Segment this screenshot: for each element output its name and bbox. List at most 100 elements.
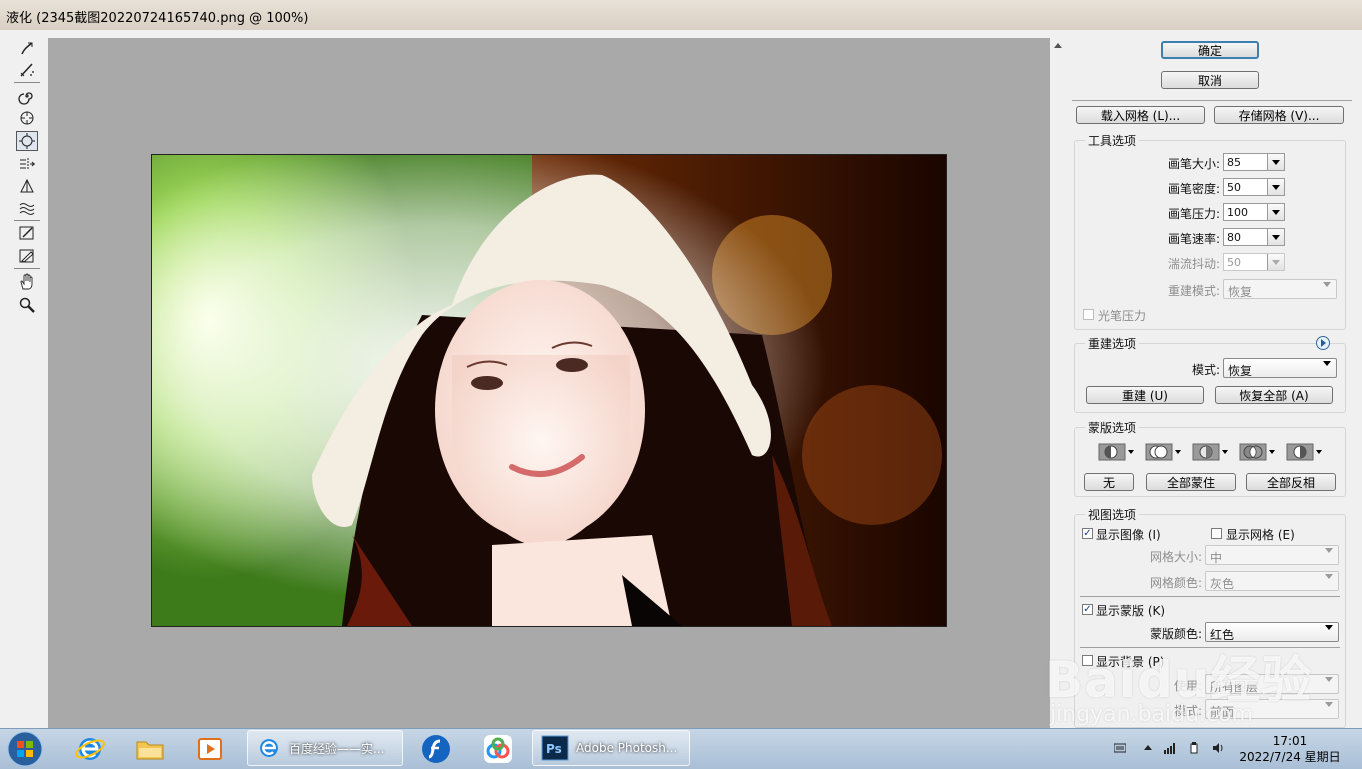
mask-intersect-button[interactable] xyxy=(1239,443,1277,461)
flash-icon xyxy=(422,735,450,763)
taskbar-task-photoshop[interactable]: Ps Adobe Photosh... xyxy=(532,730,690,766)
tool-options-title: 工具选项 xyxy=(1085,132,1140,149)
mesh-size-select: 中 xyxy=(1205,545,1339,567)
reconstruct-tool-icon[interactable] xyxy=(16,60,38,80)
divider xyxy=(1072,100,1352,101)
pinned-baidu-netdisk[interactable] xyxy=(482,731,514,767)
photoshop-badge-text: Ps xyxy=(546,742,562,756)
save-mesh-button[interactable]: 存储网格 (V)... xyxy=(1214,106,1344,124)
scroll-up-arrow-icon[interactable] xyxy=(1054,43,1062,48)
mask-replace-button[interactable] xyxy=(1098,443,1136,461)
turbulent-jitter-dropdown-icon xyxy=(1267,254,1284,270)
preview-image[interactable] xyxy=(151,154,947,627)
folder-icon xyxy=(136,741,164,760)
load-mesh-button[interactable]: 载入网格 (L)... xyxy=(1076,106,1205,124)
pinned-media-player[interactable] xyxy=(194,731,226,767)
start-button[interactable] xyxy=(6,731,44,767)
brush-pressure-dropdown-icon[interactable] xyxy=(1267,204,1284,220)
window-title-bar: 液化 (2345截图20220724165740.png @ 100%) xyxy=(0,0,1362,30)
media-player-icon xyxy=(198,738,222,760)
use-select: 所有图层 xyxy=(1205,674,1339,696)
mesh-color-label: 网格颜色: xyxy=(1149,576,1202,590)
internet-explorer-icon xyxy=(75,738,105,760)
clock-date: 2022/7/24 星期日 xyxy=(1239,750,1341,764)
turbulence-tool-icon[interactable] xyxy=(16,198,38,218)
reconstruct-mode-label: 重建模式: xyxy=(1167,284,1220,298)
reconstruct-button[interactable]: 重建 (U) xyxy=(1086,386,1204,404)
liquify-toolbox xyxy=(0,30,48,728)
show-hidden-icons-icon[interactable] xyxy=(1142,742,1154,754)
mirror-tool-icon[interactable] xyxy=(16,176,38,196)
toolbox-separator xyxy=(14,220,40,221)
brush-rate-field[interactable]: 80 xyxy=(1223,228,1285,246)
liquify-options-panel: 确定 取消 载入网格 (L)... 存储网格 (V)... 工具选项 画笔大小:… xyxy=(1066,30,1362,728)
mask-none-button[interactable]: 无 xyxy=(1084,473,1134,491)
reconstruct-options-title: 重建选项 xyxy=(1085,335,1140,352)
mask-invert-button[interactable] xyxy=(1286,443,1324,461)
window-title: 液化 (2345截图20220724165740.png @ 100%) xyxy=(6,11,309,26)
brush-size-dropdown-icon[interactable] xyxy=(1267,154,1284,170)
toolbox-separator xyxy=(14,82,40,83)
mask-color-dropdown[interactable]: 红色 xyxy=(1205,622,1339,644)
mask-subtract-button[interactable] xyxy=(1192,443,1230,461)
preview-vertical-scrollbar[interactable] xyxy=(1050,38,1066,728)
ok-button[interactable]: 确定 xyxy=(1161,41,1259,59)
mesh-size-label: 网格大小: xyxy=(1149,550,1202,564)
forward-warp-tool-icon[interactable] xyxy=(16,38,38,58)
show-backdrop-label: 显示背景 (P) xyxy=(1096,655,1165,669)
reconstruct-mode-dropdown[interactable]: 恢复 xyxy=(1223,358,1337,380)
liquify-preview-area[interactable] xyxy=(48,38,1050,728)
system-clock[interactable]: 17:01 2022/7/24 星期日 xyxy=(1230,733,1350,765)
invert-all-button[interactable]: 全部反相 xyxy=(1246,473,1336,491)
mask-color-label: 蒙版颜色: xyxy=(1149,627,1202,641)
mask-options-title: 蒙版选项 xyxy=(1085,419,1140,436)
reconstruct-options-expand-icon[interactable] xyxy=(1316,336,1330,350)
push-left-tool-icon[interactable] xyxy=(16,154,38,174)
turbulent-jitter-label: 湍流抖动: xyxy=(1167,257,1220,271)
mask-invert-icon xyxy=(1286,443,1314,461)
stylus-pressure-label: 光笔压力 xyxy=(1098,309,1147,323)
network-icon[interactable] xyxy=(1164,742,1176,754)
taskbar-task-browser[interactable]: 百度经验——实... xyxy=(247,730,403,766)
show-backdrop-checkbox[interactable] xyxy=(1082,655,1093,666)
pinned-flash[interactable] xyxy=(420,731,452,767)
backdrop-mode-label: 模式: xyxy=(1173,704,1202,718)
show-mask-checkbox[interactable]: ✓ xyxy=(1082,604,1093,615)
show-mesh-checkbox[interactable] xyxy=(1211,528,1222,539)
divider xyxy=(1080,647,1340,648)
brush-rate-dropdown-icon[interactable] xyxy=(1267,229,1284,245)
volume-icon[interactable] xyxy=(1212,742,1224,754)
brush-size-field[interactable]: 85 xyxy=(1223,153,1285,171)
thaw-mask-tool-icon[interactable] xyxy=(16,246,38,266)
mask-intersect-icon xyxy=(1239,443,1267,461)
use-label: 使用: xyxy=(1173,679,1202,693)
view-options-title: 视图选项 xyxy=(1085,506,1140,523)
photoshop-icon: Ps xyxy=(541,735,569,761)
cancel-button[interactable]: 取消 xyxy=(1161,71,1259,89)
keyboard-icon[interactable] xyxy=(1114,742,1126,754)
bloat-tool-icon[interactable] xyxy=(16,131,38,151)
mask-all-button[interactable]: 全部蒙住 xyxy=(1146,473,1236,491)
zoom-tool-icon[interactable] xyxy=(16,295,38,315)
freeze-mask-tool-icon[interactable] xyxy=(16,223,38,243)
windows-taskbar: 百度经验——实... Ps Adobe Photosh... 17:01 202… xyxy=(0,728,1362,769)
turbulent-jitter-field: 50 xyxy=(1223,253,1285,271)
brush-density-field[interactable]: 50 xyxy=(1223,178,1285,196)
hand-tool-icon[interactable] xyxy=(16,272,38,292)
usb-device-icon[interactable] xyxy=(1188,742,1200,754)
twirl-clockwise-tool-icon[interactable] xyxy=(16,86,38,106)
brush-pressure-field[interactable]: 100 xyxy=(1223,203,1285,221)
mask-add-button[interactable] xyxy=(1145,443,1183,461)
brush-rate-label: 画笔速率: xyxy=(1167,232,1220,246)
restore-all-button[interactable]: 恢复全部 (A) xyxy=(1215,386,1333,404)
toolbox-separator xyxy=(14,268,40,269)
brush-pressure-label: 画笔压力: xyxy=(1167,207,1220,221)
mask-subtract-icon xyxy=(1192,443,1220,461)
pinned-explorer[interactable] xyxy=(134,731,166,767)
pucker-tool-icon[interactable] xyxy=(16,108,38,128)
show-mesh-label: 显示网格 (E) xyxy=(1226,528,1295,542)
brush-density-label: 画笔密度: xyxy=(1167,182,1220,196)
pinned-ie[interactable] xyxy=(74,731,106,767)
show-image-checkbox[interactable]: ✓ xyxy=(1082,528,1093,539)
brush-density-dropdown-icon[interactable] xyxy=(1267,179,1284,195)
